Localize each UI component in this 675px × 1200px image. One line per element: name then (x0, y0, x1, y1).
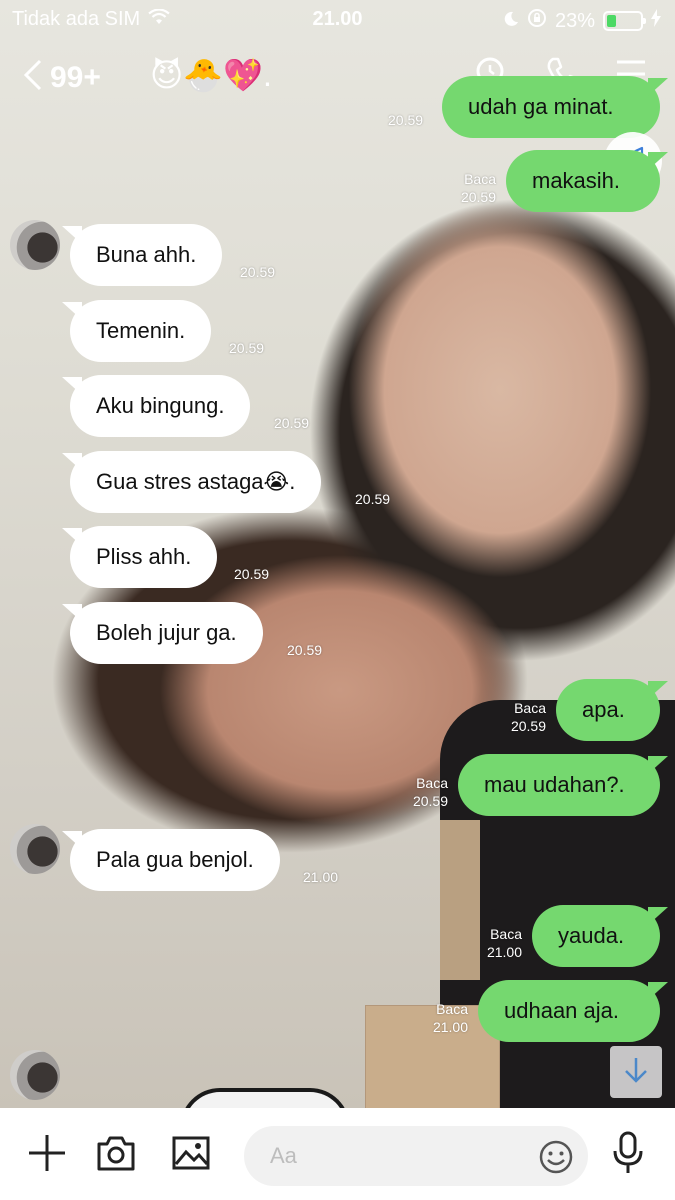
message-time: 20.59 (274, 415, 310, 431)
message-bubble-incoming[interactable]: Temenin. (70, 300, 212, 362)
read-receipt: Baca (436, 1001, 468, 1017)
back-button[interactable]: 99+ (22, 58, 101, 97)
rotation-lock-icon (527, 8, 547, 34)
read-receipt: Baca (464, 171, 496, 187)
message-composer-bar (0, 1108, 675, 1200)
message-meta: Baca 20.59 (392, 774, 448, 810)
message-bubble-outgoing[interactable]: mau udahan?. (458, 754, 660, 816)
message-bubble-incoming[interactable]: Boleh jujur ga. (70, 602, 263, 664)
contact-avatar[interactable] (10, 824, 60, 874)
message-time: 20.59 (510, 718, 546, 734)
battery-icon (603, 11, 646, 31)
message-time: 20.59 (412, 793, 448, 809)
plus-icon[interactable] (26, 1132, 68, 1179)
message-bubble-incoming[interactable]: Aku bingung. (70, 375, 251, 437)
message-time: 20.59 (240, 264, 276, 280)
message-time: 20.59 (460, 189, 496, 205)
message-meta: Baca 21.00 (412, 1000, 468, 1036)
message-bubble-outgoing[interactable]: makasih. (506, 150, 660, 212)
message-time: 21.00 (432, 1019, 468, 1035)
read-receipt: Baca (490, 926, 522, 942)
message-bubble-outgoing[interactable]: apa. (556, 679, 660, 741)
emoji-icon[interactable] (538, 1139, 574, 1180)
contact-avatar[interactable] (10, 1050, 60, 1100)
message-bubble-outgoing[interactable]: udah ga minat. (442, 76, 660, 138)
read-receipt: Baca (416, 775, 448, 791)
camera-icon[interactable] (95, 1132, 137, 1179)
contact-avatar[interactable] (10, 220, 60, 270)
message-input[interactable] (244, 1143, 524, 1169)
message-bubble-incoming[interactable]: Pala gua benjol. (70, 829, 280, 891)
status-bar: Tidak ada SIM 21.00 23% (0, 0, 675, 38)
read-receipt: Baca (514, 700, 546, 716)
message-bubble-outgoing[interactable]: yauda. (532, 905, 660, 967)
message-time: 20.59 (388, 112, 424, 128)
message-time: 21.00 (486, 944, 522, 960)
message-time: 20.59 (355, 491, 391, 507)
chevron-left-icon (22, 58, 44, 97)
message-input-wrapper (244, 1126, 588, 1186)
message-bubble-incoming[interactable]: Gua stres astaga😭. (70, 451, 322, 513)
message-meta: Baca 21.00 (466, 925, 522, 961)
chat-title[interactable]: 😈🐣💖. (150, 56, 272, 94)
message-meta: Baca 20.59 (440, 170, 496, 206)
arrow-down-icon (623, 1056, 649, 1089)
microphone-icon[interactable] (610, 1130, 646, 1181)
scroll-to-bottom-button[interactable] (610, 1046, 662, 1098)
battery-percent: 23% (554, 9, 595, 32)
message-time: 20.59 (229, 340, 265, 356)
message-bubble-incoming[interactable]: Pliss ahh. (70, 526, 218, 588)
moon-icon (503, 10, 519, 33)
message-time: 20.59 (234, 566, 270, 582)
unread-count: 99+ (50, 60, 101, 94)
image-icon[interactable] (170, 1132, 212, 1179)
charging-icon (651, 9, 661, 33)
message-time: 20.59 (287, 642, 323, 658)
message-bubble-outgoing[interactable]: udhaan aja. (478, 980, 660, 1042)
message-meta: Baca 20.59 (490, 699, 546, 735)
message-bubble-incoming[interactable]: Buna ahh. (70, 224, 223, 286)
message-time: 21.00 (303, 869, 339, 885)
